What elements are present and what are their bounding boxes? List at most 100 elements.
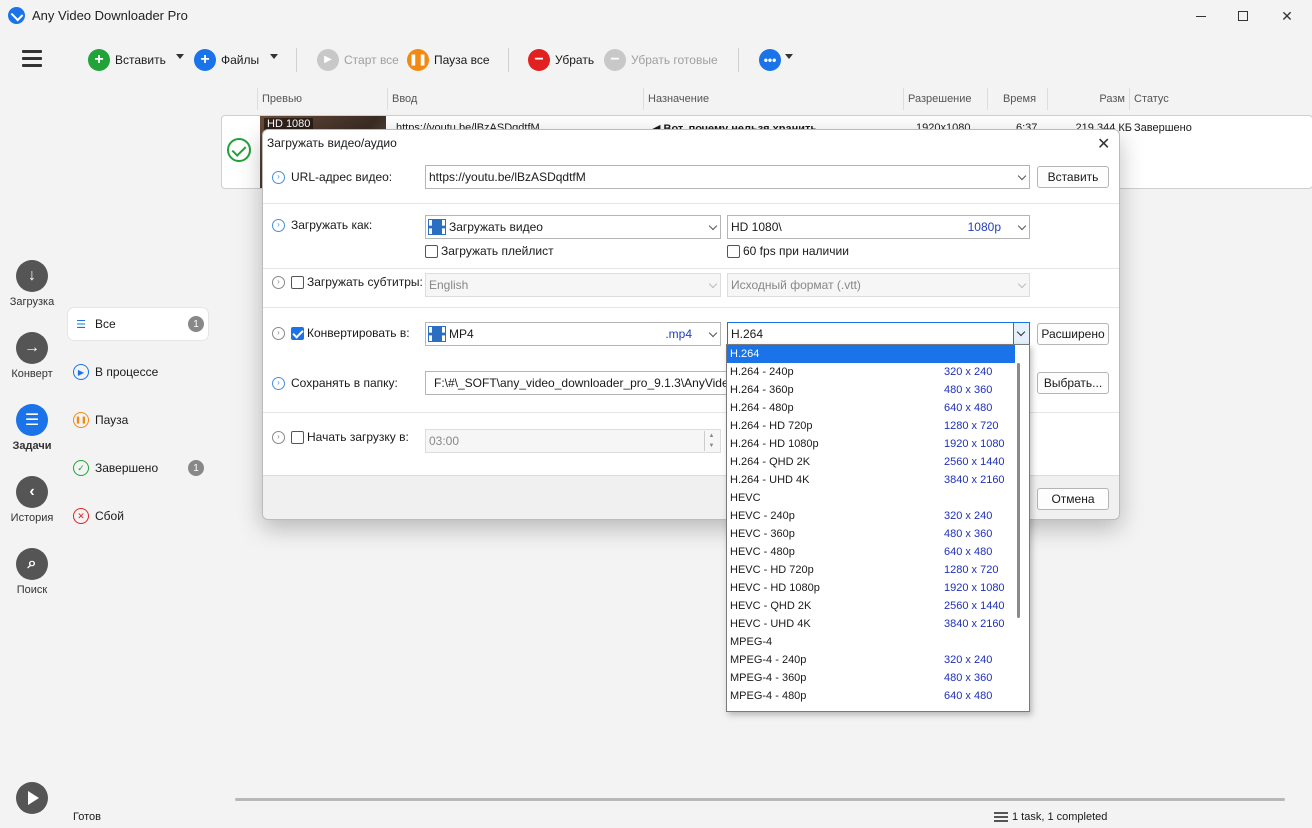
- paste-button[interactable]: + Вставить: [88, 47, 166, 73]
- horizontal-scrollbar[interactable]: [235, 798, 1285, 801]
- download-as-label: Загружать как:: [291, 218, 373, 232]
- dropdown-option[interactable]: HEVC - 480p 640 x 480: [727, 543, 1015, 561]
- save-folder-input[interactable]: F:\#\_SOFT\any_video_downloader_pro_9.1.…: [425, 371, 728, 395]
- dropdown-option[interactable]: MPEG-4 - 360p 480 x 360: [727, 669, 1015, 687]
- chevron-right-icon: ›: [272, 326, 285, 340]
- minimize-button[interactable]: [1178, 0, 1224, 32]
- quality-select[interactable]: HD 1080\ 1080p: [727, 215, 1030, 239]
- codec-dropdown-list: H.264 H.264 - 240p 320 x 240 H.264 - 360p 48…: [726, 344, 1030, 712]
- start-time-checkbox[interactable]: [291, 430, 304, 444]
- start-time-value: 03:00: [429, 434, 460, 448]
- nav-download[interactable]: ↓ Загрузка: [0, 260, 64, 308]
- more-icon: •••: [759, 49, 781, 71]
- dropdown-option[interactable]: H.264 - 240p 320 x 240: [727, 363, 1015, 381]
- codec-select[interactable]: H.264: [727, 322, 1030, 346]
- category-completed[interactable]: ✓ Завершено 1: [68, 452, 208, 484]
- convert-extension: .mp4: [665, 327, 692, 341]
- more-button[interactable]: •••: [759, 47, 783, 73]
- dropdown-option[interactable]: H.264 - QHD 2K 2560 x 1440: [727, 453, 1015, 471]
- list-icon: ☰: [76, 318, 86, 331]
- dropdown-option[interactable]: MPEG-4 - 480p 640 x 480: [727, 687, 1015, 705]
- dropdown-option[interactable]: HEVC - UHD 4K 3840 x 2160: [727, 615, 1015, 633]
- dropdown-option[interactable]: HEVC - HD 720p 1280 x 720: [727, 561, 1015, 579]
- advanced-button[interactable]: Расширено: [1037, 323, 1109, 345]
- status-summary: 1 task, 1 completed: [994, 811, 1107, 823]
- divider: [263, 307, 1119, 308]
- paste-url-button[interactable]: Вставить: [1037, 166, 1109, 188]
- column-header-size[interactable]: Разм: [1047, 88, 1129, 110]
- files-button[interactable]: + Файлы: [194, 47, 259, 73]
- dropdown-option[interactable]: H.264 - HD 720p 1280 x 720: [727, 417, 1015, 435]
- spinner-icon[interactable]: ▲ ▼: [704, 431, 718, 451]
- play-icon[interactable]: [16, 782, 48, 814]
- category-label: В процессе: [95, 365, 159, 379]
- playlist-checkbox[interactable]: Загружать плейлист: [425, 244, 554, 258]
- close-icon[interactable]: ✕: [1097, 134, 1110, 154]
- browse-button[interactable]: Выбрать...: [1037, 372, 1109, 394]
- option-label: MPEG-4 - 360p: [730, 672, 807, 684]
- nav-search[interactable]: ⌕ Поиск: [0, 548, 64, 596]
- dropdown-option[interactable]: HEVC: [727, 489, 1015, 507]
- category-all[interactable]: ☰ Все 1: [68, 308, 208, 340]
- convert-checkbox[interactable]: [291, 326, 304, 340]
- subtitles-checkbox[interactable]: [291, 275, 304, 289]
- app-logo-icon: [8, 7, 25, 24]
- maximize-button[interactable]: [1220, 0, 1266, 32]
- chevron-down-icon[interactable]: [1013, 323, 1029, 345]
- option-label: HEVC - UHD 4K: [730, 618, 811, 630]
- column-header-preview[interactable]: Превью: [257, 88, 387, 110]
- dropdown-option[interactable]: HEVC - 240p 320 x 240: [727, 507, 1015, 525]
- dropdown-option[interactable]: MPEG-4 - 240p 320 x 240: [727, 651, 1015, 669]
- more-dropdown-icon[interactable]: [785, 54, 793, 59]
- dropdown-option[interactable]: H.264 - UHD 4K 3840 x 2160: [727, 471, 1015, 489]
- dropdown-option[interactable]: MPEG-4: [727, 633, 1015, 651]
- dropdown-option[interactable]: HEVC - 360p 480 x 360: [727, 525, 1015, 543]
- fps-checkbox[interactable]: 60 fps при наличии: [727, 244, 849, 258]
- checkbox-box: [425, 244, 438, 258]
- cancel-button[interactable]: Отмена: [1037, 488, 1109, 510]
- remove-button[interactable]: − Убрать: [528, 47, 594, 73]
- option-resolution: 2560 x 1440: [944, 456, 1005, 468]
- dropdown-option[interactable]: HEVC - HD 1080p 1920 x 1080: [727, 579, 1015, 597]
- column-header-time[interactable]: Время: [987, 88, 1047, 110]
- column-header-input[interactable]: Ввод: [387, 88, 643, 110]
- toolbar: + Вставить + Файлы ▶ Старт все ❚❚ Пауза …: [64, 32, 1312, 88]
- dropdown-option[interactable]: H.264 - 360p 480 x 360: [727, 381, 1015, 399]
- dropdown-option[interactable]: H.264: [727, 345, 1015, 363]
- left-nav: ↓ Загрузка → Конверт ☰ Задачи ‹ История …: [0, 32, 64, 828]
- option-resolution: 640 x 480: [944, 690, 993, 702]
- remove-done-button[interactable]: − Убрать готовые: [604, 47, 718, 73]
- column-header-resolution[interactable]: Разрешение: [903, 88, 987, 110]
- option-resolution: 320 x 240: [944, 654, 993, 666]
- url-input[interactable]: https://youtu.be/lBzASDqdtfM: [425, 165, 1030, 189]
- column-header-status[interactable]: Статус: [1129, 88, 1289, 110]
- menu-icon[interactable]: [22, 50, 42, 68]
- category-failed[interactable]: ✕ Сбой: [68, 500, 208, 532]
- dropdown-option[interactable]: HEVC - QHD 2K 2560 x 1440: [727, 597, 1015, 615]
- start-all-button[interactable]: ▶ Старт все: [317, 47, 399, 73]
- download-as-select[interactable]: Загружать видео: [425, 215, 721, 239]
- category-paused[interactable]: ❚❚ Пауза: [68, 404, 208, 436]
- nav-history[interactable]: ‹ История: [0, 476, 64, 524]
- nav-label: Задачи: [12, 440, 52, 452]
- check-icon: ✓: [73, 460, 89, 476]
- chevron-down-icon: [708, 279, 718, 289]
- category-in-progress[interactable]: ▶ В процессе: [68, 356, 208, 388]
- option-label: H.264 - HD 720p: [730, 420, 813, 432]
- dropdown-scrollbar[interactable]: [1017, 363, 1020, 618]
- close-window-button[interactable]: ✕: [1264, 0, 1310, 32]
- start-time-input[interactable]: 03:00 ▲ ▼: [425, 429, 721, 453]
- fps-label: 60 fps при наличии: [743, 244, 849, 258]
- nav-convert[interactable]: → Конверт: [0, 332, 64, 380]
- paste-dropdown-icon[interactable]: [176, 54, 184, 59]
- subtitles-format-select[interactable]: Исходный формат (.vtt): [727, 273, 1030, 297]
- dropdown-option[interactable]: H.264 - HD 1080p 1920 x 1080: [727, 435, 1015, 453]
- save-folder-path: F:\#\_SOFT\any_video_downloader_pro_9.1.…: [434, 376, 728, 390]
- dropdown-option[interactable]: H.264 - 480p 640 x 480: [727, 399, 1015, 417]
- subtitles-language-select[interactable]: English: [425, 273, 721, 297]
- convert-format-select[interactable]: MP4 .mp4: [425, 322, 721, 346]
- column-header-destination[interactable]: Назначение: [643, 88, 903, 110]
- files-dropdown-icon[interactable]: [270, 54, 278, 59]
- pause-all-button[interactable]: ❚❚ Пауза все: [407, 47, 490, 73]
- nav-tasks[interactable]: ☰ Задачи: [0, 404, 64, 452]
